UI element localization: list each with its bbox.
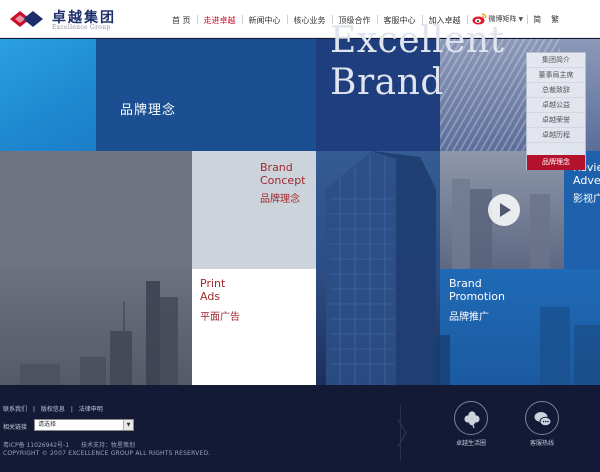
tile-skyline-photo (0, 269, 192, 385)
site-header: 卓越集团 Excellence Group 首 页 走进卓越 新闻中心 核心业务… (0, 0, 600, 38)
page: 卓越集团 Excellence Group 首 页 走进卓越 新闻中心 核心业务… (0, 0, 600, 472)
footer-icp-line: 粤ICP备 11026942号-1 技术支持：牧星策划 (3, 440, 145, 449)
play-button-icon[interactable] (488, 194, 520, 226)
related-links-value: 请选择 (38, 421, 57, 428)
site-footer: 联系我们 | 版权信息 | 法律申明 相关链接 请选择 ▼ 粤ICP备 1102… (0, 385, 600, 472)
lang-traditional[interactable]: 繁 (546, 14, 564, 25)
hotline-label: 客服热线 (529, 440, 554, 447)
submenu-item-intro[interactable]: 集团简介 (527, 53, 585, 68)
lang-simplified[interactable]: 简 (528, 14, 546, 25)
submenu-item-charity[interactable]: 卓越公益 (527, 98, 585, 113)
clover-icon (454, 401, 488, 435)
nav-home[interactable]: 首 页 (166, 15, 197, 26)
nav-news[interactable]: 新闻中心 (243, 15, 287, 26)
submenu-item-history[interactable]: 卓越历程 (527, 128, 585, 143)
icp-number: 粤ICP备 11026942号-1 (3, 442, 70, 449)
copyright-text: COPYRIGHT © 2007 EXCELLENCE GROUP ALL RI… (3, 450, 211, 457)
tile-brand-concept[interactable]: Brand Concept 品牌理念 (192, 151, 316, 269)
brand-promotion-en: Brand Promotion (449, 277, 505, 303)
print-ads-en: Print Ads (200, 277, 226, 303)
tile-print-ads[interactable]: Print Ads 平面广告 (192, 269, 316, 385)
tile-tower-night-photo (316, 269, 440, 385)
tile-brand-title: 品牌理念 (96, 39, 316, 151)
about-submenu: 集团简介 董事局主席 总裁致辞 卓越公益 卓越荣誉 卓越历程 品牌理念 (526, 52, 586, 170)
chat-bubble-icon (525, 401, 559, 435)
related-links-select[interactable]: 请选择 ▼ (34, 419, 134, 431)
video-ads-cn: 影视广 (573, 194, 600, 205)
link-separator: | (32, 406, 35, 413)
nav-about[interactable]: 走进卓越 (198, 15, 242, 26)
tile-brand-promotion[interactable]: Brand Promotion 品牌推广 (440, 269, 600, 385)
related-links-label: 相关链接 (3, 424, 28, 431)
hero-headline: Excellent Brand (330, 20, 505, 104)
submenu-item-brand-concept[interactable]: 品牌理念 (527, 155, 585, 170)
chevron-down-icon: ▼ (123, 420, 133, 430)
link-contact[interactable]: 联系我们 (3, 406, 27, 413)
brand-promotion-cn: 品牌推广 (449, 312, 489, 323)
hero-headline-line1: Excellent (330, 20, 505, 61)
hero-headline-line2: Brand (330, 62, 444, 103)
link-legal[interactable]: 法律申明 (79, 406, 103, 413)
life-circle-button[interactable]: 卓越生活圈 (436, 385, 506, 447)
logo-mark-icon (10, 11, 43, 27)
brand-concept-cn: 品牌理念 (260, 194, 300, 205)
tile-city-photo (0, 151, 192, 269)
tech-support: 技术支持：牧星策划 (80, 442, 135, 449)
chevron-right-icon (397, 418, 407, 448)
submenu-item-chairman[interactable]: 董事局主席 (527, 68, 585, 83)
nav-business[interactable]: 核心业务 (288, 15, 332, 26)
tile-brand-title-text: 品牌理念 (120, 103, 177, 118)
logo[interactable]: 卓越集团 Excellence Group (10, 5, 130, 33)
link-copyright-info[interactable]: 版权信息 (41, 406, 65, 413)
tile-blue-light (0, 39, 96, 151)
logo-name-en: Excellence Group (52, 24, 111, 31)
tile-tower-photo (316, 151, 440, 269)
brand-concept-en: Brand Concept (260, 161, 306, 187)
link-separator: | (70, 406, 73, 413)
footer-links: 联系我们 | 版权信息 | 法律申明 (3, 404, 107, 413)
chevron-down-icon: ▼ (518, 15, 524, 23)
hotline-button[interactable]: 客服热线 (507, 385, 577, 447)
life-circle-label: 卓越生活圈 (455, 440, 486, 447)
submenu-item-president-speech[interactable]: 总裁致辞 (527, 83, 585, 98)
submenu-item-honors[interactable]: 卓越荣誉 (527, 113, 585, 128)
print-ads-cn: 平面广告 (200, 312, 240, 323)
